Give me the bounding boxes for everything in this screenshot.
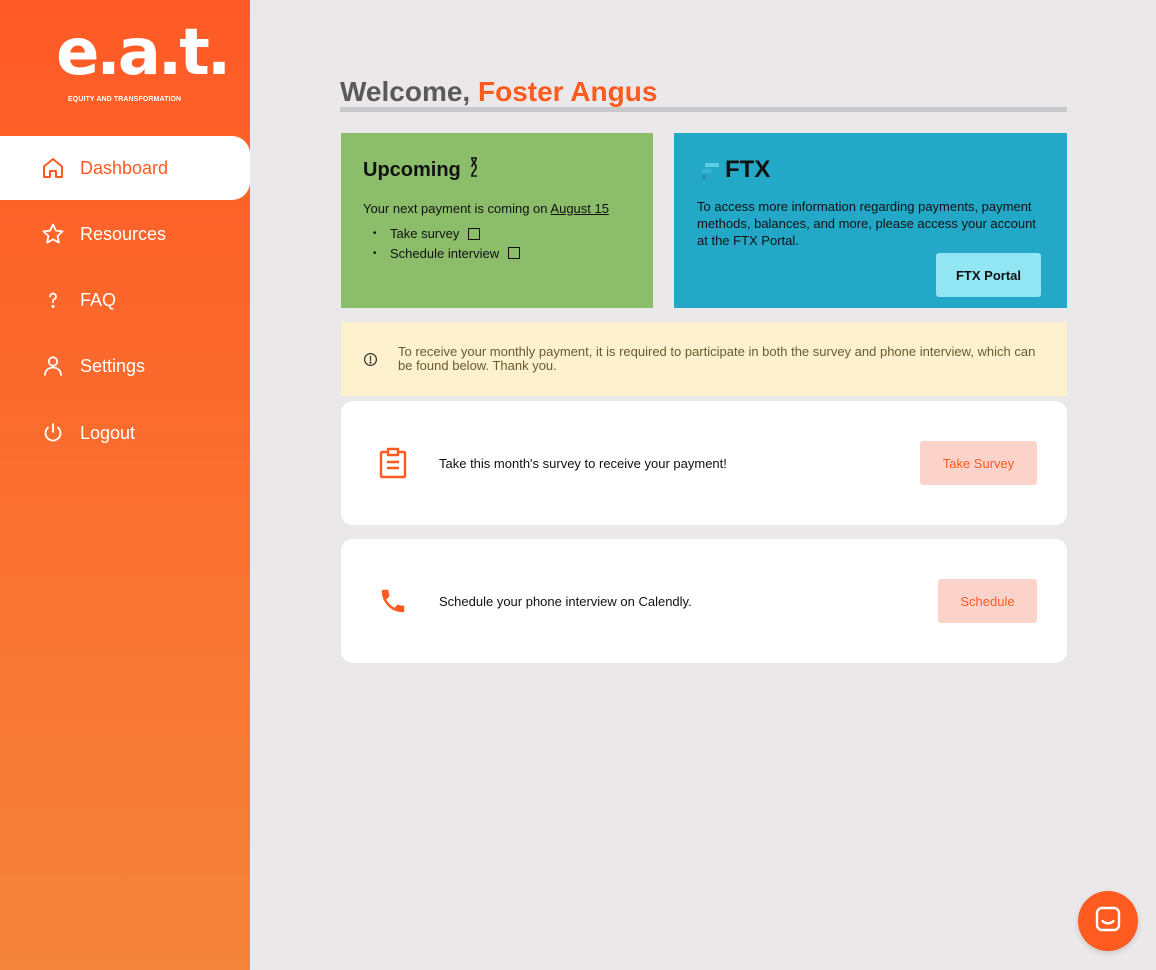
power-icon xyxy=(40,420,66,446)
sidebar-item-dashboard[interactable]: Dashboard xyxy=(0,136,250,200)
task-label: Schedule interview xyxy=(390,245,500,261)
sidebar-item-label: Settings xyxy=(80,355,146,376)
interview-text: Schedule your phone interview on Calendl… xyxy=(439,593,692,609)
payment-date: August 15 xyxy=(550,201,609,216)
clipboard-icon xyxy=(377,447,409,479)
sidebar-item-label: Logout xyxy=(80,422,136,443)
take-survey-button[interactable]: Take Survey xyxy=(920,441,1037,485)
phone-icon xyxy=(377,585,409,617)
survey-card: Take this month's survey to receive your… xyxy=(341,401,1067,525)
ftx-title: FTX xyxy=(725,156,771,183)
user-name: Foster Angus xyxy=(477,76,658,107)
list-item: • Schedule interview xyxy=(363,244,631,264)
sidebar-item-label: FAQ xyxy=(80,289,117,310)
upcoming-card: Upcoming Your next payment is coming on … xyxy=(341,133,653,308)
logo-text: e.a.t. xyxy=(56,16,231,90)
payment-text: Your next payment is coming on xyxy=(363,201,548,216)
ftx-description: To access more information regarding pay… xyxy=(697,199,1036,248)
page-title: Welcome, Foster Angus xyxy=(340,76,657,108)
welcome-prefix: Welcome, xyxy=(340,76,471,107)
payment-alert: To receive your monthly payment, it is r… xyxy=(341,322,1067,396)
interview-checkbox[interactable] xyxy=(508,247,521,260)
sidebar: e.a.t. EQUITY AND TRANSFORMATION Dashboa… xyxy=(0,0,250,970)
ftx-header: FTX xyxy=(697,155,1044,185)
chat-icon xyxy=(1093,904,1123,939)
payment-info: Your next payment is coming on August 15 xyxy=(363,201,631,216)
sidebar-item-label: Dashboard xyxy=(80,157,169,178)
alert-text: To receive your monthly payment, it is r… xyxy=(398,344,1036,373)
survey-text: Take this month's survey to receive your… xyxy=(439,455,727,471)
star-icon xyxy=(40,221,66,247)
task-label: Take survey xyxy=(390,226,460,242)
eat-logo[interactable]: e.a.t. EQUITY AND TRANSFORMATION xyxy=(56,16,231,108)
sidebar-item-resources[interactable]: Resources xyxy=(0,202,250,266)
sidebar-item-label: Resources xyxy=(80,223,167,244)
list-item: • Take survey xyxy=(363,224,631,244)
title-divider xyxy=(340,107,1067,112)
hourglass-icon xyxy=(469,157,479,183)
upcoming-title: Upcoming xyxy=(363,157,631,183)
bullet: • xyxy=(373,247,377,259)
logo-subtext: EQUITY AND TRANSFORMATION xyxy=(68,96,182,103)
question-icon xyxy=(40,287,66,313)
sidebar-item-logout[interactable]: Logout xyxy=(0,401,250,465)
upcoming-task-list: • Take survey • Schedule interview xyxy=(363,224,631,263)
ftx-card: FTX To access more information regarding… xyxy=(674,133,1067,308)
info-circle-icon xyxy=(363,352,378,367)
home-icon xyxy=(40,155,66,181)
ftx-logo-icon xyxy=(697,158,721,182)
upcoming-title-text: Upcoming xyxy=(363,158,461,181)
survey-checkbox[interactable] xyxy=(468,227,481,240)
chat-button[interactable] xyxy=(1078,891,1138,951)
sidebar-item-faq[interactable]: FAQ xyxy=(0,268,250,332)
interview-card: Schedule your phone interview on Calendl… xyxy=(341,539,1067,663)
bullet: • xyxy=(373,228,377,240)
ftx-portal-button[interactable]: FTX Portal xyxy=(936,253,1041,297)
sidebar-item-settings[interactable]: Settings xyxy=(0,334,250,398)
schedule-button[interactable]: Schedule xyxy=(938,579,1037,623)
user-icon xyxy=(40,353,66,379)
